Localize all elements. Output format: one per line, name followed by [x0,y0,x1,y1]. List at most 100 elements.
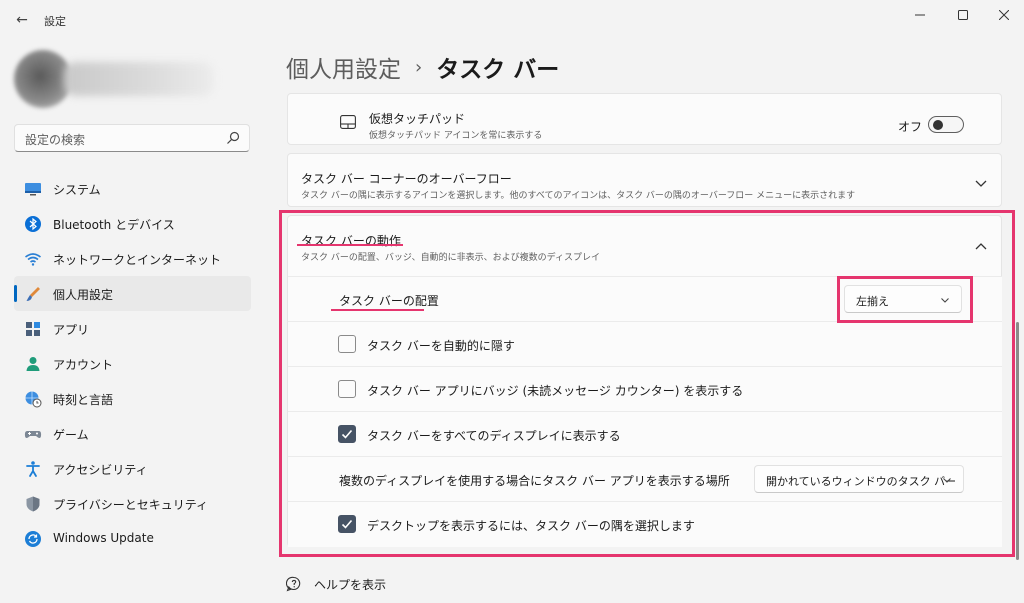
sidebar-item-label: 個人用設定 [53,288,114,302]
alignment-dropdown[interactable]: 左揃え [844,285,962,313]
overflow-subtitle: タスク バーの隅に表示するアイコンを選択します。他のすべてのアイコンは、タスク … [301,191,856,201]
sidebar-item-system[interactable]: システム [14,171,251,206]
accessibility-icon [26,461,40,477]
minimize-icon [915,14,925,16]
alignment-row: タスク バーの配置 左揃え [288,276,1002,321]
chevron-up-icon[interactable] [974,240,988,254]
sidebar-item-gaming[interactable]: ゲーム [14,416,251,451]
sidebar-item-accounts[interactable]: アカウント [14,346,251,381]
close-button[interactable] [984,4,1024,26]
touchpad-card: 仮想タッチパッド 仮想タッチパッド アイコンを常に表示する オフ [287,93,1002,145]
back-arrow-icon: ← [16,12,28,28]
checkmark-icon [341,429,353,439]
bluetooth-icon [25,216,41,232]
maximize-button[interactable] [943,4,983,26]
sidebar-item-label: Bluetooth とデバイス [53,218,175,232]
sidebar-item-label: プライバシーとセキュリティ [53,498,209,512]
highlight-underline-alignment [331,309,424,311]
multi-display-dropdown-value: 開かれているウィンドウのタスク バー [766,475,957,488]
globe-clock-icon [25,391,42,408]
settings-content: 仮想タッチパッド 仮想タッチパッド アイコンを常に表示する オフ タスク バー … [287,92,1002,597]
behaviors-title: タスク バーの動作 [301,234,401,248]
auto-hide-checkbox[interactable] [338,335,356,353]
option-label: タスク バーを自動的に隠す [367,339,515,353]
shield-icon [26,496,40,512]
close-icon [999,10,1009,20]
touchpad-title: 仮想タッチパッド [369,112,466,126]
search-box[interactable]: 設定の検索 [14,124,250,152]
sidebar-item-accessibility[interactable]: アクセシビリティ [14,451,251,486]
sync-icon [25,531,41,547]
option-label: タスク バーをすべてのディスプレイに表示する [367,429,621,443]
touchpad-subtitle: 仮想タッチパッド アイコンを常に表示する [369,131,543,141]
monitor-icon [25,183,41,196]
maximize-icon [958,10,968,20]
sidebar-item-network[interactable]: ネットワークとインターネット [14,241,251,276]
alignment-dropdown-value: 左揃え [856,295,889,308]
app-title: 設定 [44,15,66,28]
highlight-underline-title [297,244,403,246]
back-button[interactable]: ← [12,10,32,30]
checkmark-icon [341,519,353,529]
sidebar-item-label: ネットワークとインターネット [53,253,222,267]
breadcrumb: 個人用設定 › タスク バー [286,50,559,84]
toggle-knob [933,120,943,130]
option-label: タスク バー アプリにバッジ (未読メッセージ カウンター) を表示する [367,384,744,398]
sidebar-item-bluetooth[interactable]: Bluetooth とデバイス [14,206,251,241]
multi-display-row: 複数のディスプレイを使用する場合にタスク バー アプリを表示する場所 開かれてい… [288,456,1002,501]
multi-display-dropdown[interactable]: 開かれているウィンドウのタスク バー [754,465,964,493]
alignment-label: タスク バーの配置 [339,294,439,308]
option-row[interactable]: タスク バー アプリにバッジ (未読メッセージ カウンター) を表示する [288,366,1002,411]
sidebar-item-personalization[interactable]: 個人用設定 [14,276,251,311]
taskbar-behaviors-card: タスク バーの動作 タスク バーの配置、バッジ、自動的に非表示、および複数のディ… [287,215,1002,547]
sidebar-item-label: Windows Update [53,531,154,545]
option-row[interactable]: デスクトップを表示するには、タスク バーの隅を選択します [288,501,1002,547]
sidebar-item-label: システム [53,183,101,197]
breadcrumb-separator: › [415,56,423,78]
sidebar-item-windows-update[interactable]: Windows Update [14,521,251,556]
active-indicator [14,285,17,302]
page-title: タスク バー [436,57,560,83]
apps-icon [26,322,40,336]
option-label: デスクトップを表示するには、タスク バーの隅を選択します [367,519,695,533]
overflow-card[interactable]: タスク バー コーナーのオーバーフロー タスク バーの隅に表示するアイコンを選択… [287,153,1002,207]
behaviors-header[interactable]: タスク バーの動作 タスク バーの配置、バッジ、自動的に非表示、および複数のディ… [288,216,1002,276]
brush-icon [26,287,40,301]
touchpad-icon [340,115,356,129]
behaviors-subtitle: タスク バーの配置、バッジ、自動的に非表示、および複数のディスプレイ [301,253,600,263]
sidebar-item-time-language[interactable]: 時刻と言語 [14,381,251,416]
search-icon [227,131,240,144]
sidebar-nav: システム Bluetooth とデバイス ネットワークとインターネット 個人用設… [14,171,251,556]
scrollbar[interactable] [1016,322,1019,560]
sidebar-item-label: 時刻と言語 [53,393,114,407]
chevron-down-icon [941,298,949,303]
badges-checkbox[interactable] [338,380,356,398]
breadcrumb-parent[interactable]: 個人用設定 [286,50,401,84]
overflow-title: タスク バー コーナーのオーバーフロー [301,172,512,186]
touchpad-toggle[interactable] [928,116,964,133]
wifi-icon [25,253,41,266]
profile-name-blurred [64,62,214,96]
minimize-button[interactable] [900,4,940,26]
all-displays-checkbox[interactable] [338,425,356,443]
sidebar-item-privacy[interactable]: プライバシーとセキュリティ [14,486,251,521]
search-placeholder: 設定の検索 [25,133,86,147]
sidebar-item-label: ゲーム [53,428,89,442]
toggle-state-label: オフ [898,120,923,134]
user-profile[interactable] [14,50,250,108]
option-row[interactable]: タスク バーを自動的に隠す [288,321,1002,366]
multi-display-label: 複数のディスプレイを使用する場合にタスク バー アプリを表示する場所 [339,474,730,488]
desktop-corner-checkbox[interactable] [338,515,356,533]
gamepad-icon [24,431,42,438]
help-icon [286,576,301,592]
person-icon [26,357,40,371]
chevron-down-icon[interactable] [974,176,988,190]
title-bar: ← 設定 [0,0,1024,40]
sidebar-item-label: アプリ [53,323,90,337]
sidebar-item-label: アカウント [53,358,114,372]
option-row[interactable]: タスク バーをすべてのディスプレイに表示する [288,411,1002,456]
sidebar-item-apps[interactable]: アプリ [14,311,251,346]
sidebar-item-label: アクセシビリティ [53,463,148,477]
help-label: ヘルプを表示 [314,578,387,592]
chevron-down-icon [943,478,951,483]
